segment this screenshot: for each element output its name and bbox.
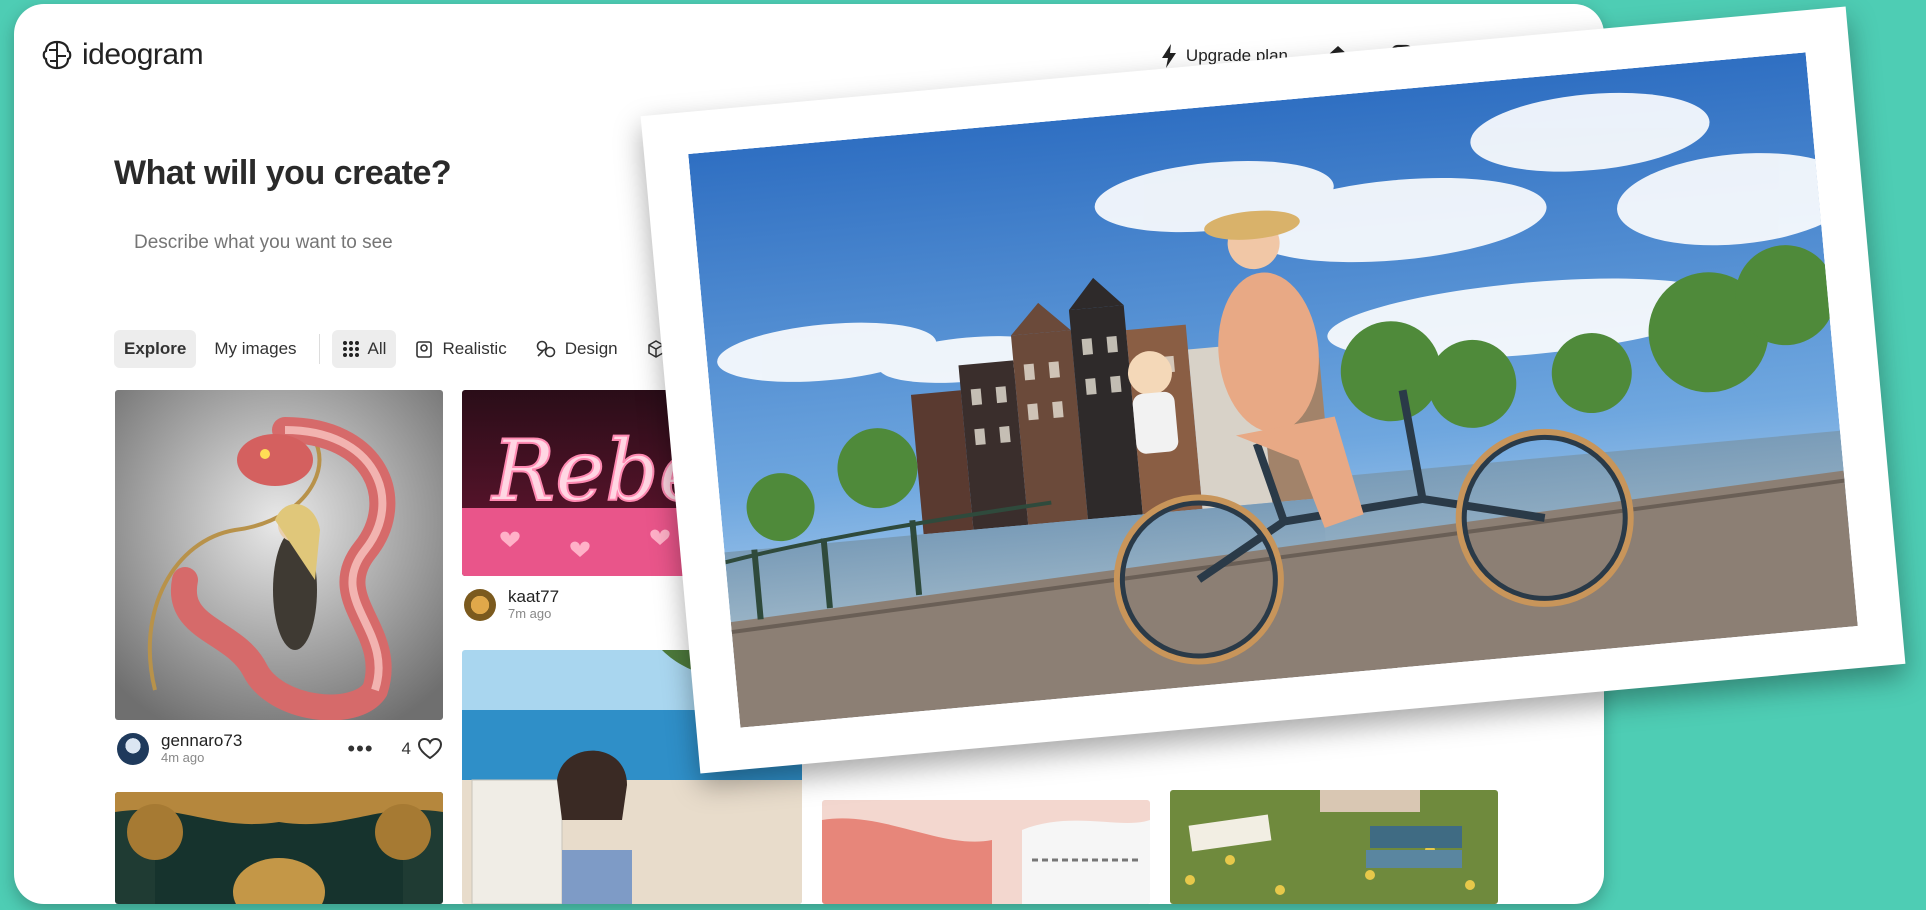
filter-all[interactable]: All <box>331 330 397 368</box>
feed-image-golden-beetle[interactable] <box>115 792 443 904</box>
heart-icon[interactable] <box>417 737 443 761</box>
realistic-icon <box>416 341 433 358</box>
brain-logo-icon <box>42 40 72 70</box>
feed-tabs: Explore My images All Realistic Design <box>114 330 676 368</box>
more-options-button[interactable]: ••• <box>347 736 373 762</box>
timestamp: 7m ago <box>508 606 552 621</box>
filter-label: Design <box>564 339 618 358</box>
cyclist-canal-image <box>688 52 1858 728</box>
photo-print-overlay <box>640 6 1906 774</box>
like-count: 4 <box>401 739 411 758</box>
dragon-image <box>115 390 443 720</box>
feed-image-dragon[interactable] <box>115 390 443 720</box>
shoes-image <box>822 800 1150 904</box>
user-info: gennaro73 4m ago <box>161 732 242 766</box>
tab-my-images[interactable]: My images <box>204 330 306 368</box>
card-meta: gennaro73 4m ago ••• 4 <box>117 732 443 766</box>
bolt-icon <box>1161 44 1176 68</box>
prompt-input[interactable] <box>134 232 694 254</box>
avatar[interactable] <box>117 733 149 765</box>
filter-label: All <box>367 339 387 358</box>
filter-realistic[interactable]: Realistic <box>404 330 516 368</box>
logo[interactable]: ideogram <box>40 38 204 72</box>
page-title: What will you create? <box>114 154 452 192</box>
avatar[interactable] <box>464 589 496 621</box>
filter-label: Realistic <box>442 339 507 358</box>
tab-label: My images <box>214 339 297 358</box>
tab-divider <box>318 334 320 364</box>
books-image <box>1170 790 1498 904</box>
timestamp: 4m ago <box>161 750 205 765</box>
feed-image-pink-shoes[interactable] <box>822 800 1150 904</box>
username[interactable]: kaat77 <box>508 588 559 606</box>
logo-text: ideogram <box>82 38 204 71</box>
beetle-image <box>115 792 443 904</box>
tab-label: Explore <box>124 339 187 358</box>
user-info: kaat77 7m ago <box>508 588 559 622</box>
filter-design[interactable]: Design <box>525 330 628 368</box>
grid-icon <box>342 341 359 357</box>
tab-explore[interactable]: Explore <box>114 330 197 368</box>
photo-image <box>688 52 1858 728</box>
feed-image-books-grass[interactable] <box>1170 790 1498 904</box>
design-icon <box>536 340 556 358</box>
username[interactable]: gennaro73 <box>161 732 242 750</box>
